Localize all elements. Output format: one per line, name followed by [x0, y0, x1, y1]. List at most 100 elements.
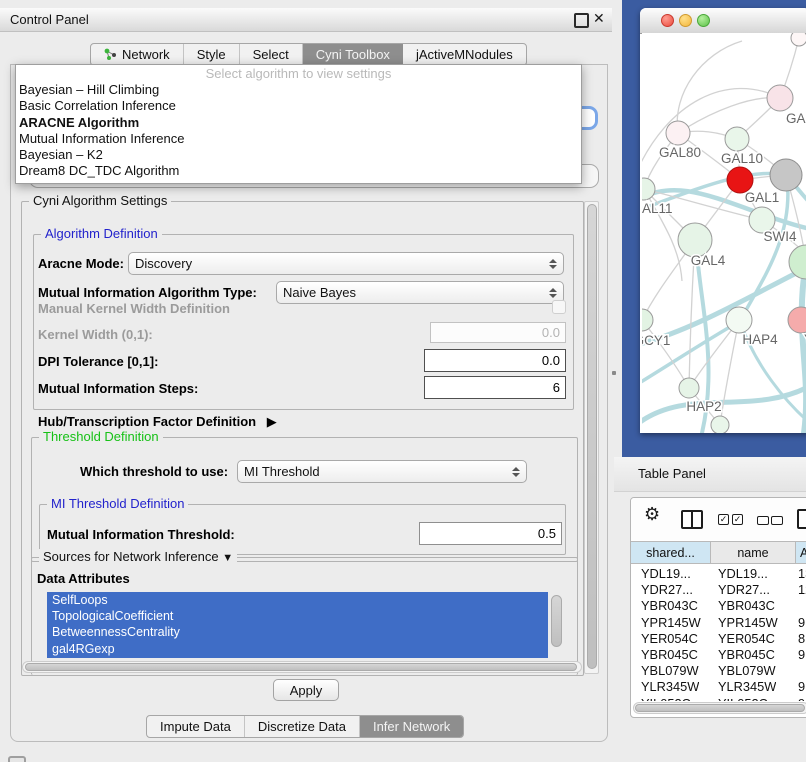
list-item[interactable]: SelfLoops: [47, 592, 548, 608]
aracne-mode-value: Discovery: [135, 256, 545, 271]
split-columns-icon[interactable]: [681, 510, 703, 529]
network-node[interactable]: [711, 416, 729, 433]
tab-infer-network[interactable]: Infer Network: [360, 716, 463, 737]
table-header-row: shared... name A: [631, 541, 806, 564]
deselect-all-columns-icon2[interactable]: [771, 516, 783, 525]
network-window: GAL GAL80 GAL10 GAL1 GAL11 SWI4 GAL4 GCY…: [640, 8, 806, 433]
network-canvas[interactable]: GAL GAL80 GAL10 GAL1 GAL11 SWI4 GAL4 GCY…: [642, 33, 806, 433]
network-node-label: GAL1: [745, 190, 780, 205]
splitter-handle[interactable]: [612, 371, 616, 375]
table-row[interactable]: YPR145W YPR145W 9.: [631, 615, 806, 631]
mi-threshold-title: MI Threshold Definition: [47, 496, 188, 511]
gear-icon[interactable]: ⚙: [644, 504, 660, 525]
expand-arrow-right-icon[interactable]: ▶: [267, 414, 277, 429]
mi-threshold-label: Mutual Information Threshold:: [47, 527, 235, 542]
close-icon[interactable]: ✕: [593, 10, 605, 27]
mi-threshold-input[interactable]: [419, 522, 562, 545]
float-window-icon[interactable]: [574, 13, 589, 28]
algorithm-option[interactable]: Bayesian – K2: [16, 147, 581, 163]
stepper-arrows-icon: [549, 288, 557, 298]
table-row[interactable]: YBR045C YBR045C 9.: [631, 647, 806, 663]
tab-cyni-toolbox[interactable]: Cyni Toolbox: [303, 44, 403, 65]
manual-kernel-width-checkbox: [552, 300, 566, 314]
network-window-titlebar[interactable]: [640, 8, 806, 34]
settings-scrollbar-thumb[interactable]: [587, 204, 597, 669]
table-hscrollbar-track[interactable]: [633, 702, 806, 714]
list-hscrollbar-thumb[interactable]: [25, 663, 577, 671]
network-node[interactable]: [678, 223, 712, 257]
tab-style[interactable]: Style: [184, 44, 240, 65]
dock-panel-icon[interactable]: [8, 756, 26, 762]
list-item[interactable]: BetweennessCentrality: [47, 624, 548, 640]
sources-title: Sources for Network Inference ▼: [39, 549, 237, 564]
mi-algorithm-type-select[interactable]: Naive Bayes: [276, 281, 564, 304]
algorithm-option[interactable]: Basic Correlation Inference: [16, 98, 581, 114]
tab-style-label: Style: [197, 47, 226, 62]
minimize-traffic-light-icon[interactable]: [679, 14, 692, 27]
list-item[interactable]: gal4RGexp: [47, 641, 548, 657]
list-scrollbar-thumb[interactable]: [551, 595, 562, 647]
mi-steps-label: Mutual Information Steps:: [38, 381, 198, 396]
tab-jactivemnodules[interactable]: jActiveMNodules: [403, 44, 526, 65]
select-all-columns-icon[interactable]: ✓: [718, 514, 729, 525]
network-node[interactable]: [642, 309, 653, 331]
tab-discretize-data[interactable]: Discretize Data: [245, 716, 360, 737]
network-node[interactable]: [642, 178, 655, 200]
deselect-all-columns-icon[interactable]: [757, 516, 769, 525]
network-node[interactable]: [788, 307, 806, 333]
close-traffic-light-icon[interactable]: [661, 14, 674, 27]
select-all-columns-icon2[interactable]: ✓: [732, 514, 743, 525]
which-threshold-select[interactable]: MI Threshold: [237, 460, 527, 483]
network-desktop: GAL GAL80 GAL10 GAL1 GAL11 SWI4 GAL4 GCY…: [622, 0, 806, 457]
table-panel-title: Table Panel: [638, 466, 706, 481]
algorithm-option[interactable]: Dream8 DC_TDC Algorithm: [16, 163, 581, 179]
column-header-partial[interactable]: A: [796, 541, 806, 564]
tab-network-label: Network: [122, 47, 170, 62]
data-attributes-label: Data Attributes: [37, 571, 130, 586]
algorithm-option-aracne[interactable]: ARACNE Algorithm: [16, 115, 581, 131]
list-hscrollbar-track[interactable]: [22, 661, 582, 673]
network-node[interactable]: [767, 85, 793, 111]
table-row[interactable]: YDR27... YDR27... 12: [631, 582, 806, 598]
table-row[interactable]: YER054C YER054C 8.: [631, 631, 806, 647]
table-row[interactable]: YBR043C YBR043C: [631, 598, 806, 614]
network-node[interactable]: [679, 378, 699, 398]
network-node-label: GAL11: [642, 201, 673, 216]
table-hscrollbar-thumb[interactable]: [635, 704, 805, 712]
network-node-label: GAL4: [691, 253, 726, 268]
list-item[interactable]: TopologicalCoefficient: [47, 608, 548, 624]
column-header-name[interactable]: name: [711, 541, 796, 564]
aracne-mode-label: Aracne Mode:: [38, 256, 124, 271]
aracne-mode-select[interactable]: Discovery: [128, 252, 564, 275]
network-node[interactable]: [770, 159, 802, 191]
new-table-icon[interactable]: [797, 509, 806, 529]
collapse-arrow-down-icon[interactable]: ▼: [222, 552, 233, 564]
dpi-tolerance-input[interactable]: [424, 349, 566, 372]
algorithm-option[interactable]: Mutual Information Inference: [16, 131, 581, 147]
algorithm-dropdown-popup: Select algorithm to view settings Bayesi…: [15, 64, 582, 184]
mi-steps-input[interactable]: [424, 376, 566, 399]
table-row[interactable]: YDL19... YDL19... 13: [631, 566, 806, 582]
tab-select-label: Select: [253, 47, 289, 62]
network-node[interactable]: [666, 121, 690, 145]
tab-network[interactable]: Network: [91, 44, 184, 65]
cyni-algorithm-settings-title: Cyni Algorithm Settings: [29, 193, 171, 208]
table-row[interactable]: YIL052C YIL052C 9.: [631, 696, 806, 702]
zoom-traffic-light-icon[interactable]: [697, 14, 710, 27]
algorithm-option[interactable]: Bayesian – Hill Climbing: [16, 82, 581, 98]
tab-impute-data-label: Impute Data: [160, 719, 231, 734]
tab-select[interactable]: Select: [240, 44, 303, 65]
table-row[interactable]: YBL079W YBL079W: [631, 663, 806, 679]
table-row[interactable]: YLR345W YLR345W 9.: [631, 679, 806, 695]
kernel-width-label: Kernel Width (0,1):: [38, 327, 153, 342]
network-node[interactable]: [726, 307, 752, 333]
table-rows: YDL19... YDL19... 13 YDR27... YDR27... 1…: [631, 566, 806, 701]
network-node[interactable]: [791, 33, 806, 46]
stepper-arrows-icon: [512, 467, 520, 477]
tab-impute-data[interactable]: Impute Data: [147, 716, 245, 737]
network-node[interactable]: [725, 127, 749, 151]
hub-definition-section[interactable]: Hub/Transcription Factor Definition ▶: [38, 414, 277, 430]
apply-button[interactable]: Apply: [273, 679, 339, 701]
column-header-shared-name[interactable]: shared...: [631, 541, 711, 564]
settings-scrollbar-track[interactable]: [584, 201, 599, 674]
